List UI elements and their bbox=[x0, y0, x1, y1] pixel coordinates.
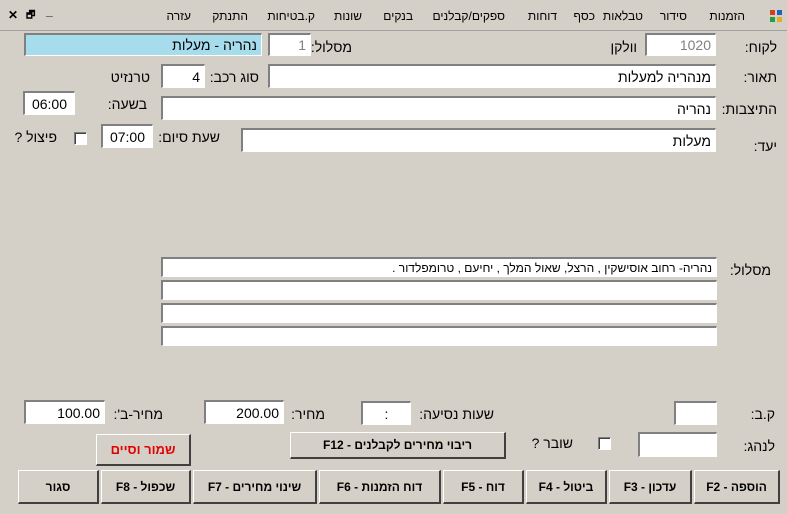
customer-name: וולקן bbox=[610, 39, 637, 55]
broken-checkbox[interactable] bbox=[598, 437, 611, 450]
driver-field[interactable] bbox=[638, 432, 717, 457]
gathering-field[interactable]: נהריה bbox=[161, 96, 716, 120]
customer-label: לקוח: bbox=[744, 39, 777, 55]
split-checkbox[interactable] bbox=[74, 132, 87, 145]
description-label: תאור: bbox=[743, 69, 777, 85]
menu-banks[interactable]: בנקים bbox=[383, 9, 413, 23]
end-time-field[interactable]: 07:00 bbox=[101, 124, 153, 148]
route-label: מסלול: bbox=[729, 262, 771, 278]
route-line-4[interactable] bbox=[161, 326, 717, 346]
menu-arrangement[interactable]: סידור bbox=[660, 9, 687, 23]
price-field[interactable]: 200.00 bbox=[204, 400, 284, 424]
menu-safety[interactable]: ק.בטיחות bbox=[267, 9, 315, 23]
route-line-2[interactable] bbox=[161, 280, 717, 300]
route-name-field[interactable]: נהריה - מעלות bbox=[24, 33, 262, 56]
route-line-3[interactable] bbox=[161, 303, 717, 323]
restore-window-icon[interactable]: 🗗 bbox=[26, 8, 35, 25]
minimize-window-icon[interactable]: _ bbox=[46, 4, 53, 18]
end-time-label: שעת סיום: bbox=[158, 129, 220, 145]
report-button[interactable]: דוח - F5 bbox=[443, 470, 524, 504]
menu-money[interactable]: כסף bbox=[573, 9, 595, 23]
price-change-button[interactable]: שינוי מחירים - F7 bbox=[193, 470, 317, 504]
menu-reports[interactable]: דוחות bbox=[528, 9, 557, 23]
menu-bar: ✕ 🗗 _ הזמנות סידור טבלאות כסף דוחות ספקי… bbox=[0, 0, 787, 31]
contractor-prices-button[interactable]: ריבוי מחירים לקבלנים - F12 bbox=[290, 432, 506, 459]
route-line-1[interactable]: נהריה- רחוב אוסישקין , הרצל, שאול המלך ,… bbox=[161, 257, 717, 277]
cancel-button[interactable]: ביטול - F4 bbox=[526, 470, 607, 504]
route-number-field[interactable]: 1 bbox=[268, 33, 311, 56]
broken-label: שובר ? bbox=[531, 435, 573, 451]
add-button[interactable]: הוספה - F2 bbox=[694, 470, 780, 504]
menu-suppliers[interactable]: ספקים/קבלנים bbox=[432, 9, 505, 23]
kb-label: ק.ב: bbox=[750, 406, 775, 422]
travel-hours-field[interactable]: : bbox=[361, 401, 411, 425]
orders-report-button[interactable]: דוח הזמנות - F6 bbox=[319, 470, 441, 504]
description-field[interactable]: מנהריה למעלות bbox=[268, 64, 716, 88]
vehicle-type-label: סוג רכב: bbox=[209, 69, 259, 85]
menu-logout[interactable]: התנתק bbox=[212, 9, 248, 23]
close-window-icon[interactable]: ✕ bbox=[8, 8, 18, 22]
app-grid-icon bbox=[770, 10, 782, 22]
menu-orders[interactable]: הזמנות bbox=[709, 9, 745, 23]
price-label: מחיר: bbox=[291, 406, 325, 422]
route-number-label: מסלול: bbox=[310, 39, 352, 55]
split-label: פיצול ? bbox=[14, 129, 57, 145]
update-button[interactable]: עדכון - F3 bbox=[609, 470, 692, 504]
menu-misc[interactable]: שונות bbox=[334, 9, 362, 23]
menu-help[interactable]: עזרה bbox=[166, 9, 191, 23]
price-b-field[interactable]: 100.00 bbox=[24, 400, 105, 424]
vehicle-type-field[interactable]: 4 bbox=[161, 64, 205, 88]
destination-label: יעד: bbox=[753, 138, 777, 154]
menu-tables[interactable]: טבלאות bbox=[603, 9, 643, 23]
gathering-label: התיצבות: bbox=[721, 101, 777, 117]
at-time-label: בשעה: bbox=[107, 96, 147, 112]
destination-field[interactable]: מעלות bbox=[241, 128, 716, 152]
save-finish-button[interactable]: שמור וסיים bbox=[96, 434, 191, 466]
vehicle-type-name: טרנזיט bbox=[110, 69, 150, 85]
price-b-label: מחיר-ב': bbox=[113, 406, 163, 422]
travel-hours-label: שעות נסיעה: bbox=[419, 406, 494, 422]
close-button[interactable]: סגור bbox=[18, 470, 99, 504]
at-time-field[interactable]: 06:00 bbox=[23, 91, 75, 115]
duplicate-button[interactable]: שכפול - F8 bbox=[101, 470, 191, 504]
customer-code-field[interactable]: 1020 bbox=[645, 33, 716, 56]
driver-label: לנהג: bbox=[743, 438, 775, 454]
kb-field[interactable] bbox=[674, 401, 717, 425]
